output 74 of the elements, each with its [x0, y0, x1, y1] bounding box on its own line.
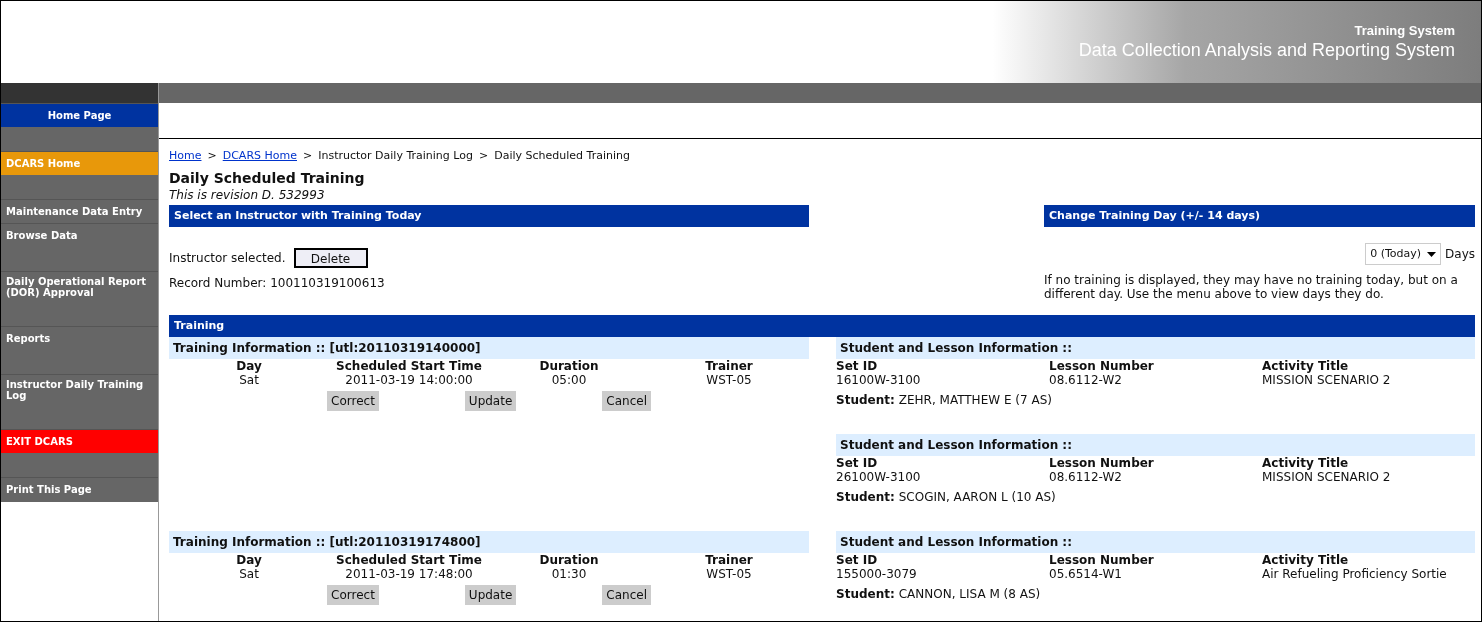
- breadcrumb-link[interactable]: DCARS Home: [222, 149, 297, 163]
- column-header: Set ID: [836, 553, 878, 567]
- section-heading: Training Information :: [utl:20110319140000]: [169, 337, 809, 359]
- table-cell: WST-05: [706, 373, 752, 387]
- breadcrumb-separator: >: [207, 149, 217, 163]
- column-header: Trainer: [705, 553, 753, 567]
- action-button[interactable]: Correct: [327, 391, 379, 411]
- column-header: Scheduled Start Time: [336, 359, 482, 373]
- revision-note: This is revision D. 532993: [169, 187, 326, 203]
- instructor-status: Instructor selected.: [169, 250, 286, 267]
- student-name: CANNON, LISA M (8 AS): [898, 586, 1041, 603]
- table-cell: MISSION SCENARIO 2: [1262, 470, 1391, 484]
- table-cell: MISSION SCENARIO 2: [1262, 373, 1391, 387]
- column-header: Duration: [539, 359, 599, 373]
- table-cell: 05:00: [551, 373, 587, 387]
- action-button[interactable]: Update: [464, 391, 517, 411]
- column-header: Activity Title: [1262, 456, 1349, 470]
- section-header: Change Training Day (+/- 14 days): [1044, 205, 1475, 227]
- student-label: Student:: [836, 489, 895, 506]
- column-header: Set ID: [836, 359, 878, 373]
- table-cell: 2011-03-19 14:00:00: [345, 373, 473, 387]
- action-button[interactable]: Update: [464, 585, 517, 605]
- days-label: Days: [1445, 246, 1475, 263]
- table-cell: 08.6112-W2: [1049, 373, 1122, 387]
- sidebar-item[interactable]: EXIT DCARS: [1, 429, 158, 453]
- breadcrumb-item: Instructor Daily Training Log: [318, 149, 473, 163]
- table-cell: Sat: [239, 567, 259, 581]
- dropdown-caret-icon: [1427, 251, 1437, 257]
- student-name: ZEHR, MATTHEW E (7 AS): [898, 392, 1052, 409]
- page-title: Daily Scheduled Training: [169, 169, 366, 187]
- system-name: Training System: [1354, 23, 1455, 39]
- student-name: SCOGIN, AARON L (10 AS): [898, 489, 1056, 506]
- column-header: Lesson Number: [1049, 553, 1154, 567]
- record-number: Record Number: 100110319100613: [169, 275, 386, 292]
- table-cell: 01:30: [551, 567, 587, 581]
- table-cell: 26100W-3100: [836, 470, 921, 484]
- column-header: Activity Title: [1262, 359, 1349, 373]
- column-header: Scheduled Start Time: [336, 553, 482, 567]
- table-cell: WST-05: [706, 567, 752, 581]
- action-button[interactable]: Cancel: [602, 585, 651, 605]
- section-heading: Training Information :: [utl:20110319174800]: [169, 531, 809, 553]
- column-header: Lesson Number: [1049, 359, 1154, 373]
- system-title: Data Collection Analysis and Reporting System: [1078, 39, 1455, 61]
- breadcrumb-item: Daily Scheduled Training: [494, 149, 630, 163]
- table-cell: Sat: [239, 373, 259, 387]
- column-header: Activity Title: [1262, 553, 1349, 567]
- day-select[interactable]: 0 (Today): [1365, 243, 1442, 265]
- student-label: Student:: [836, 586, 895, 603]
- section-heading: Student and Lesson Information ::: [836, 434, 1475, 456]
- student-label: Student:: [836, 392, 895, 409]
- column-header: Set ID: [836, 456, 878, 470]
- table-cell: 05.6514-W1: [1049, 567, 1122, 581]
- breadcrumb-separator: >: [303, 149, 313, 163]
- action-button[interactable]: Correct: [327, 585, 379, 605]
- delete-button[interactable]: Delete: [293, 248, 368, 268]
- breadcrumb-separator: >: [478, 149, 489, 163]
- section-header: Select an Instructor with Training Today: [169, 205, 809, 227]
- table-cell: Air Refueling Proficiency Sortie: [1262, 567, 1447, 581]
- help-text: If no training is displayed, they may have no training today, but on a different day. Use the menu above to view days they do.: [1044, 273, 1459, 301]
- column-header: Trainer: [705, 359, 753, 373]
- breadcrumb-link[interactable]: Home: [169, 149, 202, 163]
- table-cell: 08.6112-W2: [1049, 470, 1122, 484]
- column-header: Duration: [539, 553, 599, 567]
- table-cell: 16100W-3100: [836, 373, 921, 387]
- table-cell: 2011-03-19 17:48:00: [345, 567, 473, 581]
- column-header: Lesson Number: [1049, 456, 1154, 470]
- column-header: Day: [236, 553, 262, 567]
- section-heading: Student and Lesson Information ::: [836, 531, 1475, 553]
- action-button[interactable]: Cancel: [602, 391, 651, 411]
- section-header: Training: [169, 315, 1475, 337]
- column-header: Day: [236, 359, 262, 373]
- section-heading: Student and Lesson Information ::: [836, 337, 1475, 359]
- table-cell: 155000-3079: [836, 567, 917, 581]
- sidebar-item[interactable]: Home Page: [1, 103, 158, 127]
